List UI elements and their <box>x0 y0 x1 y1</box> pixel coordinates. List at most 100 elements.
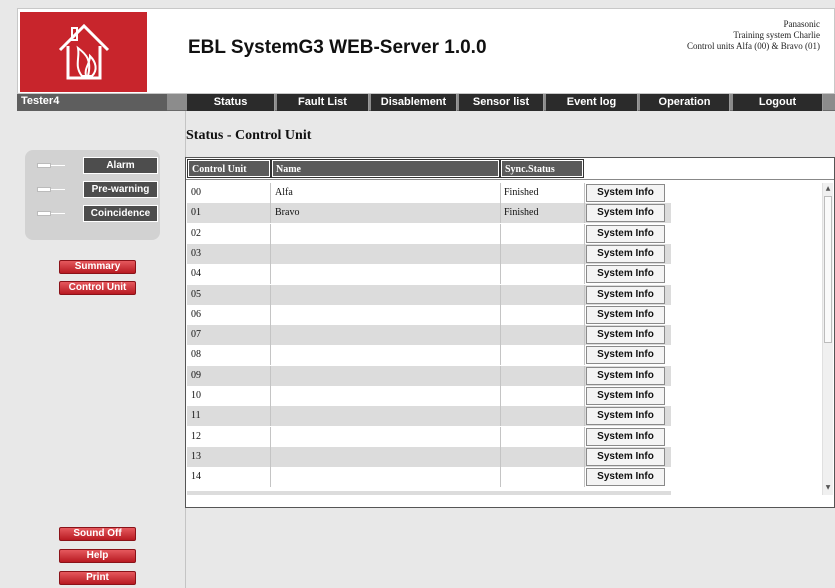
system-info-button[interactable]: System Info <box>586 285 665 304</box>
nav-bar: Tester4 Status Fault List Disablement Se… <box>17 94 835 111</box>
system-info-button[interactable]: System Info <box>586 305 665 324</box>
nav-status[interactable]: Status <box>187 94 275 111</box>
nav-sensor-list[interactable]: Sensor list <box>459 94 544 111</box>
name-cell <box>271 285 500 305</box>
sync-status-cell <box>500 386 584 406</box>
name-cell <box>271 325 500 345</box>
system-info-button[interactable]: System Info <box>586 366 665 385</box>
sync-status-cell <box>500 244 584 264</box>
alarm-label: Alarm <box>83 157 158 174</box>
table-row: 03 System Info <box>187 243 671 264</box>
col-header-name: Name <box>271 159 500 178</box>
system-info-button[interactable]: System Info <box>586 224 665 243</box>
control-unit-cell: 08 <box>191 349 201 361</box>
name-cell <box>271 386 500 406</box>
control-unit-cell: 03 <box>191 247 201 259</box>
sync-status-cell <box>500 224 584 244</box>
name-cell <box>271 366 500 386</box>
name-cell: Alfa <box>275 187 293 198</box>
control-unit-cell: 02 <box>191 227 201 239</box>
col-header-sync-status: Sync.Status <box>500 159 584 178</box>
header: EBL SystemG3 WEB-Server 1.0.0 Panasonic … <box>17 8 835 94</box>
control-unit-cell: 05 <box>191 288 201 300</box>
system-info-button[interactable]: System Info <box>586 346 665 365</box>
sync-status-cell <box>500 406 584 426</box>
table-row: 06 System Info <box>187 304 671 325</box>
system-info-text: Panasonic Training system Charlie Contro… <box>687 19 820 52</box>
coincidence-led-icon <box>37 211 51 216</box>
alarm-led-icon <box>37 163 51 168</box>
system-info-button[interactable]: System Info <box>586 326 665 345</box>
system-info-button[interactable]: System Info <box>586 468 665 487</box>
nav-operation[interactable]: Operation <box>640 94 730 111</box>
control-unit-cell: 10 <box>191 390 201 401</box>
system-info-button[interactable]: System Info <box>586 407 665 426</box>
coincidence-label: Coincidence <box>83 205 158 222</box>
print-button[interactable]: Print <box>59 571 136 585</box>
user-name: Tester4 <box>21 95 60 107</box>
sync-status-cell: Finished <box>504 187 539 198</box>
vendor-name: Panasonic <box>783 19 821 29</box>
table-row: 02 System Info <box>187 223 671 244</box>
scrollbar-thumb[interactable] <box>824 196 832 343</box>
sync-status-cell <box>500 366 584 386</box>
table-row: 04 System Info <box>187 264 671 285</box>
house-flame-logo <box>20 12 147 92</box>
system-info-button[interactable]: System Info <box>586 184 665 202</box>
table-row: 12 System Info <box>187 426 671 447</box>
table-row: 14 System Info <box>187 467 671 488</box>
user-cell: Tester4 <box>17 94 167 111</box>
nav-event-log[interactable]: Event log <box>546 94 638 111</box>
control-unit-cell: 09 <box>191 369 201 381</box>
sync-status-cell <box>500 285 584 305</box>
system-info-button[interactable]: System Info <box>586 244 665 263</box>
name-cell <box>271 224 500 244</box>
scroll-up-icon[interactable]: ▲ <box>824 184 832 194</box>
table-row: 01 Bravo Finished System Info <box>187 203 671 224</box>
indicator-coincidence: Coincidence <box>35 205 158 222</box>
table-row: 08 System Info <box>187 345 671 366</box>
scroll-down-icon[interactable]: ▼ <box>824 483 832 493</box>
table-row: 07 System Info <box>187 325 671 346</box>
indicator-alarm: Alarm <box>35 157 158 174</box>
help-button[interactable]: Help <box>59 549 136 563</box>
system-name: Training system Charlie <box>733 30 820 40</box>
summary-button[interactable]: Summary <box>59 260 136 274</box>
app-title: EBL SystemG3 WEB-Server 1.0.0 <box>188 37 487 58</box>
control-unit-button[interactable]: Control Unit <box>59 281 136 295</box>
name-cell <box>271 467 500 487</box>
control-unit-cell: 07 <box>191 329 201 341</box>
table-row: 13 System Info <box>187 446 671 467</box>
nav-disablement[interactable]: Disablement <box>371 94 457 111</box>
control-unit-cell: 13 <box>191 450 201 462</box>
system-info-button[interactable]: System Info <box>586 387 665 405</box>
control-unit-cell: 12 <box>191 430 201 442</box>
nav-fault-list[interactable]: Fault List <box>277 94 369 111</box>
name-cell <box>271 406 500 426</box>
name-cell: Bravo <box>275 207 300 219</box>
system-info-button[interactable]: System Info <box>586 204 665 223</box>
system-info-button[interactable]: System Info <box>586 265 665 284</box>
sync-status-cell <box>500 467 584 487</box>
system-info-button[interactable]: System Info <box>586 427 665 446</box>
col-header-control-unit: Control Unit <box>187 159 271 178</box>
system-info-button[interactable]: System Info <box>586 447 665 466</box>
table-row: 00 Alfa Finished System Info <box>187 183 671 203</box>
control-unit-cell: 14 <box>191 471 201 483</box>
sync-status-cell <box>500 264 584 284</box>
sound-off-button[interactable]: Sound Off <box>59 527 136 541</box>
nav-logout[interactable]: Logout <box>733 94 823 111</box>
control-unit-cell: 04 <box>191 268 201 280</box>
name-cell <box>271 305 500 325</box>
sync-status-cell: Finished <box>504 207 539 219</box>
table-body[interactable]: 14 System Info 13 System Info 12 System Info 1… <box>187 183 835 495</box>
sync-status-cell <box>500 447 584 467</box>
app-window: EBL SystemG3 WEB-Server 1.0.0 Panasonic … <box>0 0 835 588</box>
name-cell <box>271 427 500 447</box>
name-cell <box>271 264 500 284</box>
sync-status-cell <box>500 305 584 325</box>
control-unit-cell: 06 <box>191 308 201 320</box>
table-row: 09 System Info <box>187 365 671 386</box>
control-unit-table: Control Unit Name Sync.Status 14 System I… <box>185 157 835 508</box>
table-row: 11 System Info <box>187 406 671 427</box>
